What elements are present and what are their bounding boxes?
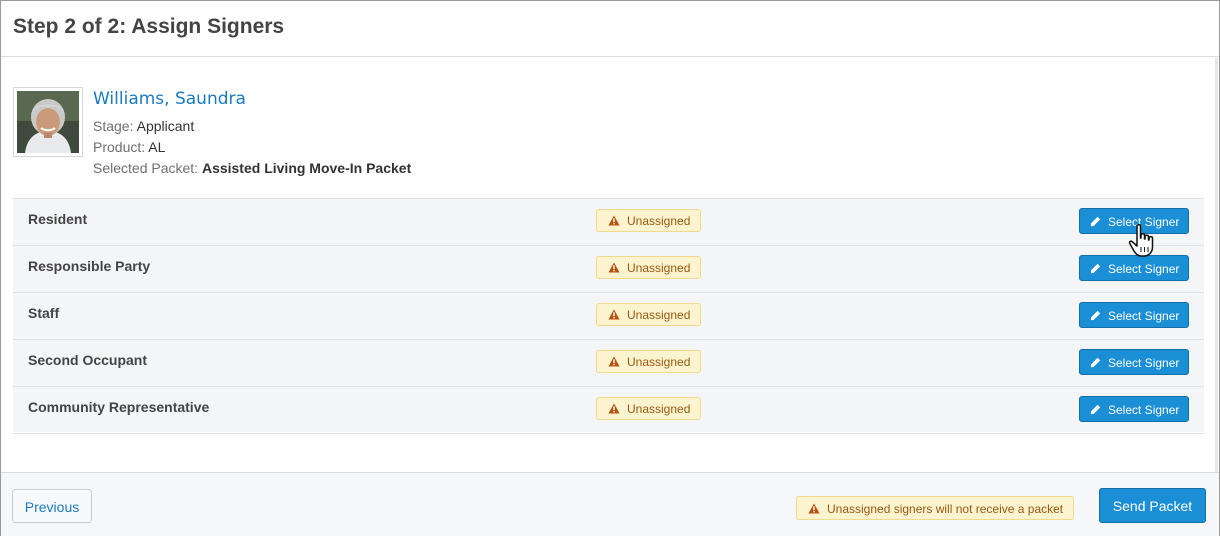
signer-row-resident: Resident Unassigned Select Signer	[13, 199, 1204, 246]
select-signer-button[interactable]: Select Signer	[1079, 208, 1189, 234]
signer-row-responsible-party: Responsible Party Unassigned Select Sign…	[13, 246, 1204, 293]
prospect-profile: Williams, Saundra Stage: Applicant Produ…	[13, 87, 613, 187]
signer-role-label: Staff	[28, 305, 60, 321]
warning-triangle-icon	[608, 403, 620, 414]
scrollbar[interactable]	[1215, 58, 1218, 472]
avatar	[13, 87, 83, 157]
status-text: Unassigned	[627, 308, 691, 322]
product-label: Product:	[93, 139, 146, 155]
unassigned-warning-text: Unassigned signers will not receive a pa…	[827, 502, 1064, 516]
pencil-icon	[1090, 310, 1101, 321]
status-badge: Unassigned	[596, 350, 701, 373]
pencil-icon	[1090, 216, 1101, 227]
packet-label: Selected Packet:	[93, 160, 199, 176]
status-badge: Unassigned	[596, 209, 701, 232]
pencil-icon	[1090, 263, 1101, 274]
status-text: Unassigned	[627, 261, 691, 275]
select-signer-label: Select Signer	[1108, 215, 1180, 229]
warning-triangle-icon	[608, 215, 620, 226]
previous-button[interactable]: Previous	[12, 489, 92, 523]
modal-title: Step 2 of 2: Assign Signers	[13, 15, 285, 38]
select-signer-label: Select Signer	[1108, 403, 1180, 417]
signer-role-label: Responsible Party	[28, 258, 151, 274]
send-packet-button[interactable]: Send Packet	[1099, 488, 1206, 523]
warning-triangle-icon	[608, 309, 620, 320]
packet-value: Assisted Living Move-In Packet	[201, 160, 412, 176]
warning-triangle-icon	[808, 503, 820, 514]
signer-row-second-occupant: Second Occupant Unassigned Select Signer	[13, 340, 1204, 387]
modal-header: Step 2 of 2: Assign Signers	[1, 1, 1219, 57]
avatar-photo	[17, 91, 79, 153]
product-value: AL	[148, 139, 166, 155]
stage-value: Applicant	[136, 118, 195, 134]
warning-triangle-icon	[608, 356, 620, 367]
select-signer-button[interactable]: Select Signer	[1079, 255, 1189, 281]
status-badge: Unassigned	[596, 256, 701, 279]
signer-table: Resident Unassigned Select Signer Respon…	[13, 198, 1204, 434]
previous-button-label: Previous	[24, 499, 80, 515]
pencil-icon	[1090, 357, 1101, 368]
select-signer-label: Select Signer	[1108, 309, 1180, 323]
select-signer-label: Select Signer	[1108, 262, 1180, 276]
warning-triangle-icon	[608, 262, 620, 273]
stage-line: Stage: Applicant	[93, 118, 194, 134]
pencil-icon	[1090, 404, 1101, 415]
prospect-name-link[interactable]: Williams, Saundra	[93, 89, 246, 109]
select-signer-button[interactable]: Select Signer	[1079, 396, 1189, 422]
product-line: Product: AL	[93, 139, 165, 155]
stage-label: Stage:	[93, 118, 134, 134]
status-text: Unassigned	[627, 355, 691, 369]
unassigned-warning-alert: Unassigned signers will not receive a pa…	[796, 496, 1074, 520]
signer-row-staff: Staff Unassigned Select Signer	[13, 293, 1204, 340]
signer-role-label: Community Representative	[28, 399, 210, 415]
assign-signers-modal: Step 2 of 2: Assign Signers Williams, Sa…	[0, 0, 1220, 536]
status-text: Unassigned	[627, 402, 691, 416]
status-text: Unassigned	[627, 214, 691, 228]
packet-line: Selected Packet: Assisted Living Move-In…	[93, 160, 411, 176]
signer-role-label: Second Occupant	[28, 352, 148, 368]
select-signer-button[interactable]: Select Signer	[1079, 349, 1189, 375]
signer-row-community-representative: Community Representative Unassigned Sele…	[13, 387, 1204, 434]
signer-role-label: Resident	[28, 211, 88, 227]
send-packet-label: Send Packet	[1112, 498, 1193, 514]
modal-footer: Previous Unassigned signers will not rec…	[1, 472, 1219, 536]
select-signer-button[interactable]: Select Signer	[1079, 302, 1189, 328]
status-badge: Unassigned	[596, 397, 701, 420]
select-signer-label: Select Signer	[1108, 356, 1180, 370]
status-badge: Unassigned	[596, 303, 701, 326]
